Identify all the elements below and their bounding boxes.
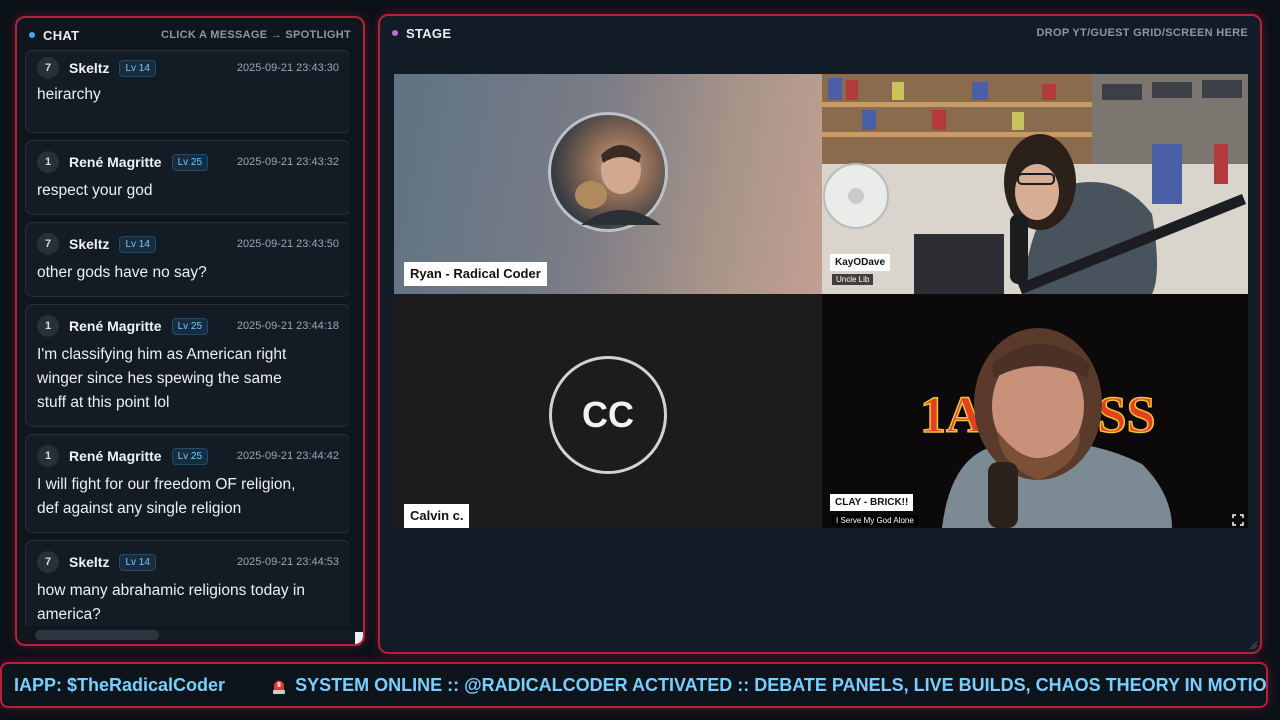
timestamp: 2025-09-21 23:43:50	[236, 238, 339, 250]
message-text: respect your god	[37, 179, 339, 203]
message-line: other gods have no say?	[37, 264, 207, 281]
level-badge: Lv 14	[119, 59, 156, 77]
username: René Magritte	[69, 318, 162, 334]
level-badge: Lv 14	[119, 235, 156, 253]
avatar: CC	[549, 356, 667, 474]
rank-badge: 1	[37, 445, 59, 467]
status-dot-icon	[392, 30, 398, 36]
timestamp: 2025-09-21 23:44:53	[236, 556, 339, 568]
participant-tile-kayodave[interactable]: KayODave Uncle Lib	[822, 74, 1248, 294]
fullscreen-icon[interactable]	[1232, 514, 1244, 526]
chat-hint: CLICK A MESSAGE → SPOTLIGHT	[160, 29, 351, 41]
message-line: I'm classifying him as American right	[37, 346, 287, 363]
level-badge: Lv 25	[171, 153, 209, 171]
timestamp: 2025-09-21 23:44:18	[236, 320, 339, 332]
participant-tile-clay[interactable]: 1A PRESS CLAY - BRICK!! I Serve My God A…	[822, 294, 1248, 528]
message-line: winger since hes spewing the same	[37, 370, 282, 387]
resize-grip[interactable]	[355, 632, 363, 644]
message-text: I'm classifying him as American right wi…	[37, 343, 339, 415]
message-text: how many abrahamic religions today in am…	[37, 579, 339, 626]
rank-badge: 1	[37, 315, 59, 337]
siren-icon	[273, 680, 286, 694]
message-line: stuff at this point lol	[37, 394, 170, 411]
stage-hint: DROP YT/GUEST GRID/SCREEN HERE	[1036, 27, 1248, 39]
scrollbar-thumb[interactable]	[35, 630, 159, 640]
news-ticker: IAPP: $TheRadicalCoder SYSTEM ONLINE :: …	[0, 662, 1268, 708]
chat-panel: CHAT CLICK A MESSAGE → SPOTLIGHT 7 Skelt…	[15, 16, 365, 646]
chat-header: CHAT CLICK A MESSAGE → SPOTLIGHT	[17, 18, 363, 52]
horizontal-scrollbar[interactable]	[35, 630, 355, 640]
stage-panel[interactable]: STAGE DROP YT/GUEST GRID/SCREEN HERE Rya…	[378, 14, 1262, 654]
stage-title: STAGE	[406, 25, 452, 41]
participant-label: KayODave	[830, 254, 891, 271]
level-badge: Lv 25	[171, 317, 209, 335]
message-text: heirarchy	[37, 83, 339, 107]
participant-label: CLAY - BRICK!!	[830, 494, 914, 511]
avatar-initials: CC	[582, 394, 634, 435]
chat-message[interactable]: 1 René Magritte Lv 25 2025-09-21 23:43:3…	[25, 140, 349, 215]
participant-subtitle: I Serve My God Alone	[832, 515, 918, 526]
username: René Magritte	[69, 154, 162, 170]
rank-badge: 7	[37, 57, 59, 79]
level-badge: Lv 25	[171, 447, 209, 465]
username: Skeltz	[69, 60, 110, 76]
chat-message-list[interactable]: 7 Skeltz Lv 14 2025-09-21 23:43:30 heira…	[25, 50, 349, 626]
chat-message[interactable]: 1 René Magritte Lv 25 2025-09-21 23:44:1…	[25, 304, 349, 427]
chat-title: CHAT	[43, 27, 80, 43]
rank-badge: 7	[37, 233, 59, 255]
username: Skeltz	[69, 554, 110, 570]
ticker-cashapp-text: IAPP: $TheRadicalCoder	[14, 674, 226, 695]
chat-message[interactable]: 1 René Magritte Lv 25 2025-09-21 23:44:4…	[25, 434, 349, 533]
participant-tile-calvin[interactable]: CC Calvin c.	[394, 294, 822, 528]
chat-message[interactable]: 7 Skeltz Lv 14 2025-09-21 23:43:50 other…	[25, 222, 349, 297]
avatar	[548, 112, 668, 232]
message-text: other gods have no say?	[37, 261, 339, 285]
message-line: how many abrahamic religions today in	[37, 582, 305, 599]
username: Skeltz	[69, 236, 110, 252]
message-line: heirarchy	[37, 86, 101, 103]
webcam-feed: 1A PRESS	[822, 294, 1248, 528]
message-line: respect your god	[37, 182, 153, 199]
timestamp: 2025-09-21 23:43:30	[236, 62, 339, 74]
username: René Magritte	[69, 448, 162, 464]
resize-grip-icon[interactable]	[1248, 640, 1258, 650]
message-line: def against any single religion	[37, 500, 242, 517]
message-line: I will fight for our freedom OF religion…	[37, 476, 296, 493]
message-text: I will fight for our freedom OF religion…	[37, 473, 339, 521]
chat-message[interactable]: 7 Skeltz Lv 14 2025-09-21 23:44:53 how m…	[25, 540, 349, 626]
level-badge: Lv 14	[119, 553, 156, 571]
timestamp: 2025-09-21 23:44:42	[236, 450, 339, 462]
timestamp: 2025-09-21 23:43:32	[236, 156, 339, 168]
stage-header: STAGE DROP YT/GUEST GRID/SCREEN HERE	[380, 16, 1260, 50]
ticker-main-text: SYSTEM ONLINE :: @RADICALCODER ACTIVATED…	[295, 674, 1268, 695]
rank-badge: 1	[37, 151, 59, 173]
message-line: america?	[37, 606, 101, 623]
participant-label: Ryan - Radical Coder	[404, 262, 547, 286]
participant-tile-ryan[interactable]: Ryan - Radical Coder	[394, 74, 822, 294]
person-avatar-icon	[575, 145, 661, 225]
chat-message[interactable]: 7 Skeltz Lv 14 2025-09-21 23:43:30 heira…	[25, 50, 349, 133]
participant-subtitle: Uncle Lib	[832, 274, 874, 285]
status-dot-icon	[29, 32, 35, 38]
participant-label: Calvin c.	[404, 504, 470, 528]
rank-badge: 7	[37, 551, 59, 573]
